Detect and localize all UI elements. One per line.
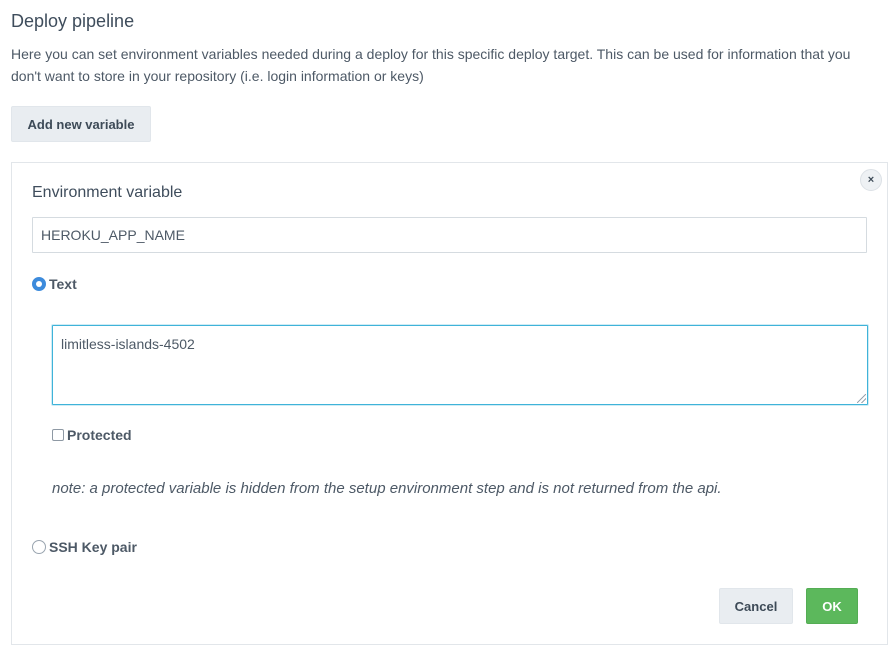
deploy-pipeline-page: Deploy pipeline Here you can set environ… xyxy=(0,0,896,655)
radio-text-label: Text xyxy=(49,276,77,292)
page-description: Here you can set environment variables n… xyxy=(11,46,851,84)
cancel-button[interactable]: Cancel xyxy=(719,588,793,624)
protected-checkbox[interactable] xyxy=(52,429,64,441)
environment-variable-label: Environment variable xyxy=(32,184,183,201)
environment-variable-panel: × Environment variable Text limitless-is… xyxy=(11,162,888,645)
protected-checkbox-row[interactable]: Protected xyxy=(52,427,132,443)
variable-value-textarea[interactable]: limitless-islands-4502 xyxy=(52,325,868,405)
textarea-resize-handle[interactable] xyxy=(857,394,866,403)
radio-text-button[interactable] xyxy=(32,277,46,291)
radio-ssh-button[interactable] xyxy=(32,540,46,554)
radio-option-ssh-key-pair[interactable]: SSH Key pair xyxy=(32,539,137,555)
protected-label: Protected xyxy=(67,427,132,443)
protected-note: note: a protected variable is hidden fro… xyxy=(52,480,722,497)
add-new-variable-button[interactable]: Add new variable xyxy=(11,106,151,142)
radio-ssh-label: SSH Key pair xyxy=(49,539,137,555)
page-title: Deploy pipeline xyxy=(11,11,135,31)
environment-variable-name-input[interactable] xyxy=(32,217,867,253)
radio-option-text[interactable]: Text xyxy=(32,276,77,292)
ok-button[interactable]: OK xyxy=(806,588,858,624)
close-icon[interactable]: × xyxy=(860,169,882,191)
